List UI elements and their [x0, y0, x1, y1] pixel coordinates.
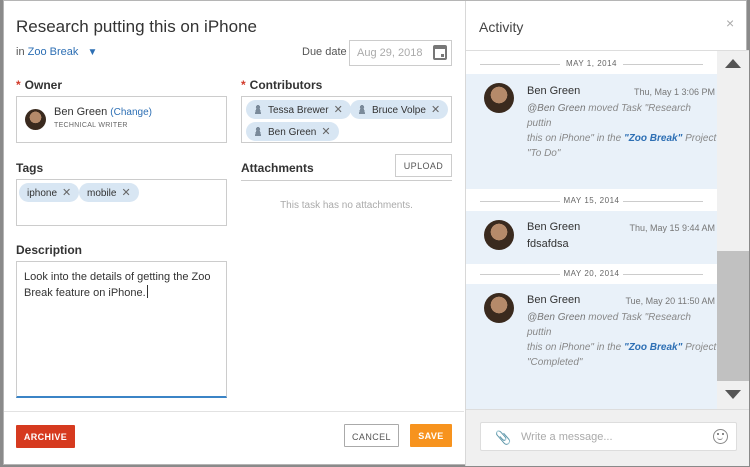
contributor-chip: Ben Green ✕ [246, 122, 339, 141]
activity-entry: Ben Green Thu, May 1 3:06 PM @Ben Green … [466, 74, 717, 189]
activity-panel: Activity × MAY 1, 2014 Ben Green Thu, Ma… [465, 1, 749, 466]
emoji-icon[interactable] [713, 429, 728, 444]
contributor-chip: Tessa Brewer ✕ [246, 100, 351, 119]
no-attachments-text: This task has no attachments. [280, 200, 413, 211]
divider [4, 411, 464, 412]
scrollbar-thumb[interactable] [717, 251, 749, 381]
calendar-icon[interactable] [433, 45, 447, 60]
chevron-down-icon[interactable]: ▼ [87, 47, 97, 58]
archive-button[interactable]: ARCHIVE [16, 425, 75, 448]
avatar [484, 83, 514, 113]
owner-role: TECHNICAL WRITER [54, 122, 128, 129]
activity-scrollbar[interactable] [717, 51, 749, 409]
owner-label: * Owner [16, 78, 63, 92]
close-icon[interactable]: × [726, 15, 734, 31]
activity-message: fdsafdsa [527, 238, 569, 250]
paperclip-icon[interactable]: 📎 [495, 430, 511, 446]
avatar [484, 220, 514, 250]
description-label: Description [16, 243, 83, 257]
remove-icon[interactable]: ✕ [321, 126, 330, 138]
scroll-up-icon[interactable] [725, 59, 741, 68]
project-selector[interactable]: in Zoo Break ▼ [16, 46, 97, 58]
date-separator: MAY 15, 2014 [466, 196, 717, 210]
avatar [25, 109, 46, 130]
message-placeholder: Write a message... [521, 431, 613, 443]
contributors-label: * Contributors [241, 78, 323, 92]
required-marker: * [16, 78, 21, 92]
date-separator: MAY 20, 2014 [466, 269, 717, 283]
owner-field[interactable]: Ben Green (Change) TECHNICAL WRITER [16, 96, 227, 143]
activity-title: Activity [479, 19, 524, 35]
message-input[interactable]: 📎 Write a message... [480, 422, 737, 451]
scroll-down-icon[interactable] [725, 390, 741, 399]
owner-name: Ben Green (Change) [54, 106, 152, 118]
remove-icon[interactable]: ✕ [431, 104, 440, 116]
activity-time: Thu, May 1 3:06 PM [633, 87, 715, 97]
tag-chip: mobile ✕ [79, 183, 139, 202]
avatar [484, 293, 514, 323]
person-icon [358, 105, 366, 114]
remove-icon[interactable]: ✕ [334, 104, 343, 116]
task-title[interactable]: Research putting this on iPhone [16, 17, 257, 37]
activity-entry: Ben Green Tue, May 20 11:50 AM @Ben Gree… [466, 284, 717, 409]
activity-time: Tue, May 20 11:50 AM [625, 296, 715, 306]
activity-text: @Ben Green moved Task "Research puttin t… [527, 103, 717, 159]
task-dialog: Research putting this on iPhone in Zoo B… [3, 0, 749, 466]
activity-author: Ben Green [527, 221, 581, 233]
save-button[interactable]: SAVE [410, 424, 452, 447]
activity-author: Ben Green [527, 294, 581, 306]
project-name[interactable]: Zoo Break [28, 46, 79, 58]
activity-time: Thu, May 15 9:44 AM [629, 223, 715, 233]
change-owner-link[interactable]: (Change) [110, 107, 152, 118]
activity-author: Ben Green [527, 85, 581, 97]
person-icon [254, 127, 262, 136]
tags-label: Tags [16, 161, 44, 175]
description-textarea[interactable]: Look into the details of getting the Zoo… [16, 261, 227, 398]
contributors-field[interactable]: Tessa Brewer ✕ Bruce Volpe ✕ Ben Green ✕ [241, 96, 452, 143]
contributor-chip: Bruce Volpe ✕ [350, 100, 449, 119]
due-date-label: Due date [302, 46, 347, 58]
due-date-placeholder: Aug 29, 2018 [357, 47, 423, 59]
divider [241, 180, 452, 181]
due-date-input[interactable]: Aug 29, 2018 [349, 40, 452, 66]
task-details-panel: Research putting this on iPhone in Zoo B… [4, 1, 464, 466]
message-composer: 📎 Write a message... [466, 409, 749, 466]
person-icon [254, 105, 262, 114]
attachments-label: Attachments [241, 161, 314, 175]
remove-icon[interactable]: ✕ [62, 187, 71, 199]
tag-chip: iphone ✕ [19, 183, 80, 202]
date-separator: MAY 1, 2014 [466, 59, 717, 73]
upload-button[interactable]: UPLOAD [395, 154, 452, 177]
cancel-button[interactable]: CANCEL [344, 424, 399, 447]
activity-entry: Ben Green Thu, May 15 9:44 AM fdsafdsa [466, 211, 717, 264]
activity-feed[interactable]: MAY 1, 2014 Ben Green Thu, May 1 3:06 PM… [466, 51, 717, 409]
in-prefix: in [16, 46, 25, 58]
description-text: Look into the details of getting the Zoo… [24, 271, 211, 299]
tags-field[interactable]: iphone ✕ mobile ✕ [16, 179, 227, 226]
text-caret [146, 285, 148, 298]
required-marker: * [241, 78, 246, 92]
remove-icon[interactable]: ✕ [121, 187, 130, 199]
activity-text: @Ben Green moved Task "Research puttin t… [527, 312, 717, 368]
